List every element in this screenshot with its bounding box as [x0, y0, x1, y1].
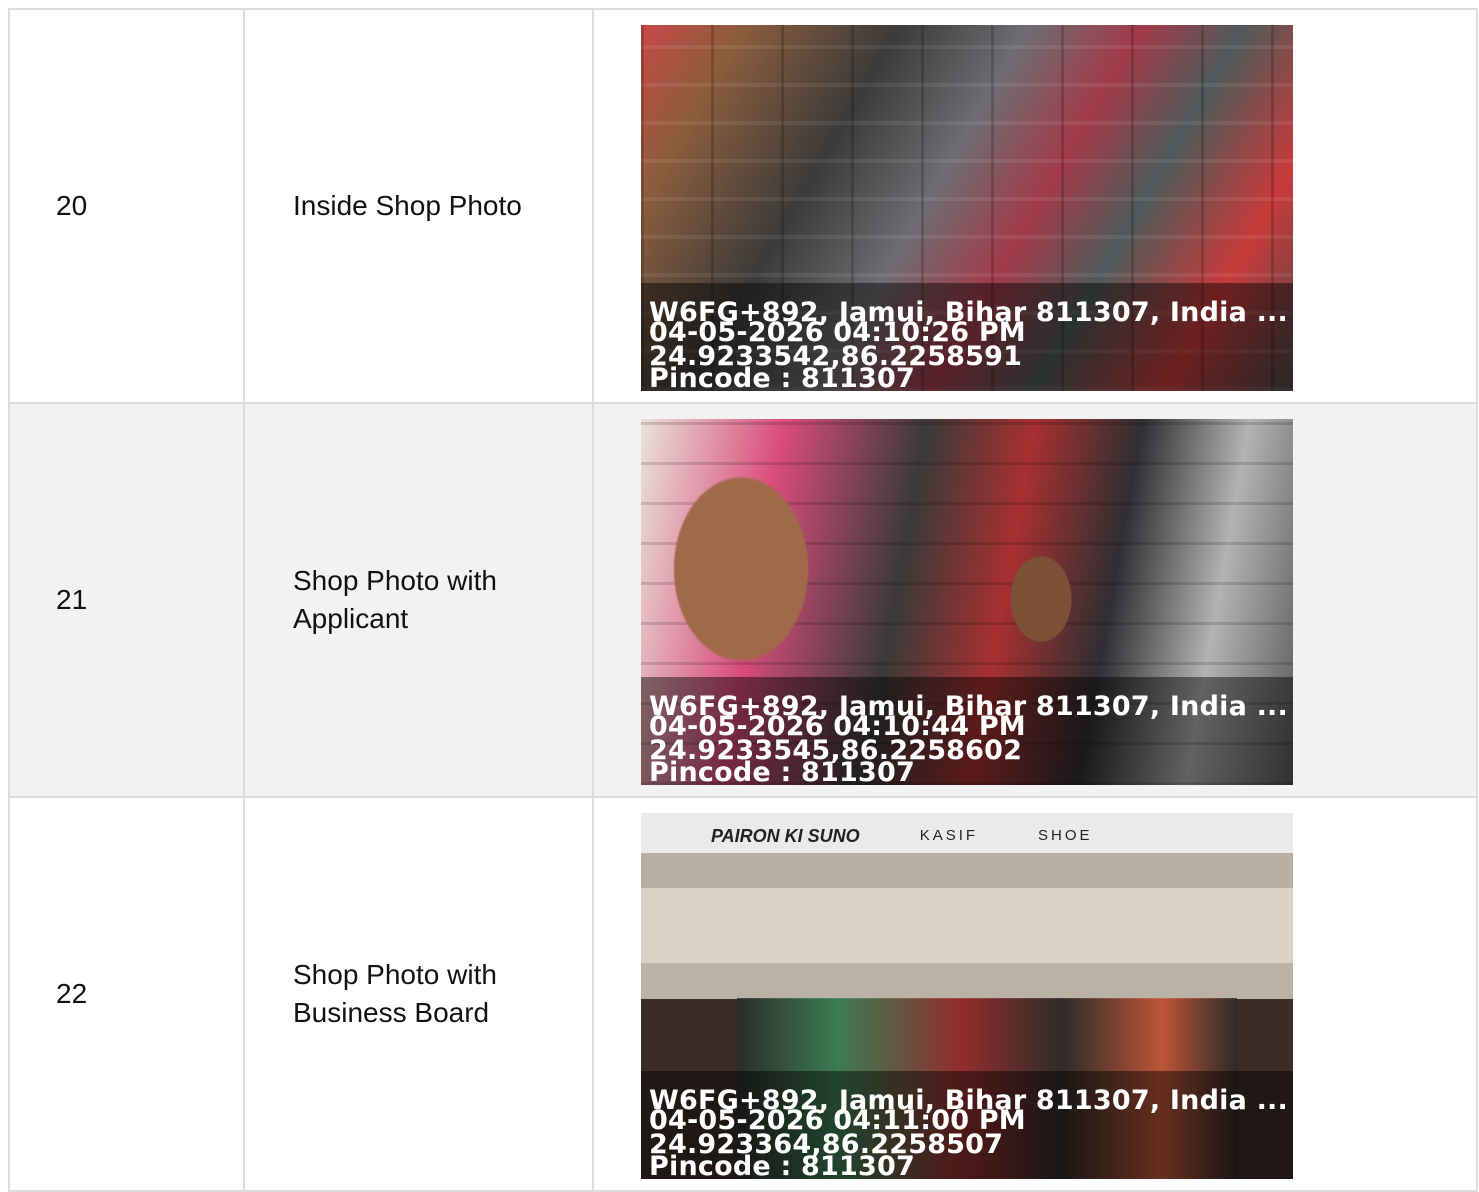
table-row: 22 Shop Photo with Business Board PAIRON… — [10, 798, 1476, 1192]
table-row: 21 Shop Photo with Applicant W6FG+892, J… — [10, 404, 1476, 798]
row-label: Shop Photo with Business Board — [245, 798, 594, 1190]
table-row: 20 Inside Shop Photo W6FG+892, Jamui, Bi… — [10, 10, 1476, 404]
row-number: 22 — [10, 798, 245, 1190]
shop-with-applicant-photo[interactable]: W6FG+892, Jamui, Bihar 811307, India ...… — [641, 419, 1293, 785]
photo-cell: W6FG+892, Jamui, Bihar 811307, India ...… — [594, 404, 1476, 796]
row-label: Shop Photo with Applicant — [245, 404, 594, 796]
signboard-text: SHOE — [1038, 827, 1093, 844]
signboard-text: PAIRON KI SUNO — [711, 826, 860, 846]
signboard-text: KASIF — [919, 827, 979, 844]
photo-cell: W6FG+892, Jamui, Bihar 811307, India ...… — [594, 10, 1476, 402]
business-board-photo[interactable]: PAIRON KI SUNO KASIF SHOE W6FG+892, Jamu… — [641, 813, 1293, 1179]
shop-signboard: PAIRON KI SUNO KASIF SHOE — [711, 819, 1231, 853]
row-number: 20 — [10, 10, 245, 402]
row-number: 21 — [10, 404, 245, 796]
shop-lintel — [641, 963, 1293, 999]
geotag-pincode: Pincode : 811307 — [649, 757, 915, 785]
inside-shop-photo[interactable]: W6FG+892, Jamui, Bihar 811307, India ...… — [641, 25, 1293, 391]
geotag-pincode: Pincode : 811307 — [649, 1151, 915, 1179]
geotag-pincode: Pincode : 811307 — [649, 363, 915, 391]
row-label: Inside Shop Photo — [245, 10, 594, 402]
photo-cell: PAIRON KI SUNO KASIF SHOE W6FG+892, Jamu… — [594, 798, 1476, 1190]
photo-table: 20 Inside Shop Photo W6FG+892, Jamui, Bi… — [8, 8, 1478, 1192]
